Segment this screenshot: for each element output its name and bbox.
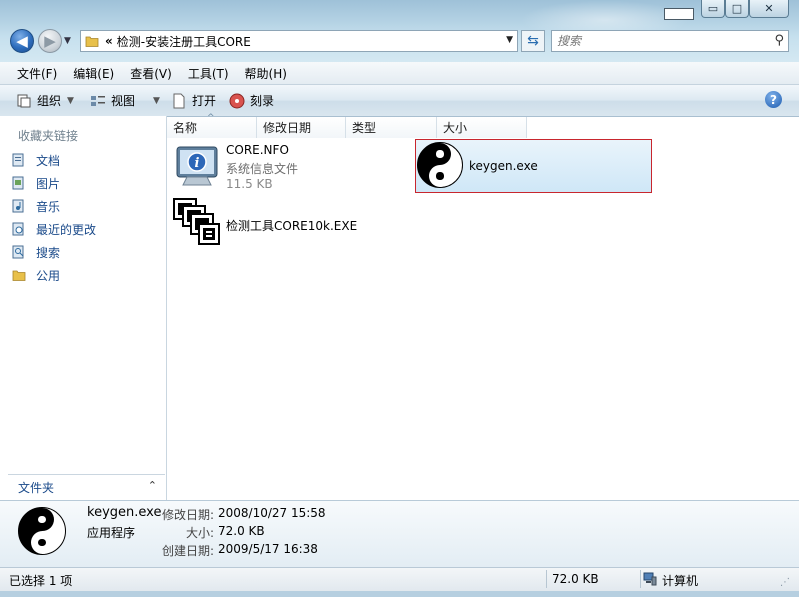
maximize-button[interactable]: □ (725, 0, 749, 18)
column-header-label: 修改日期 (263, 121, 312, 135)
sidebar-item-search[interactable]: 搜索 (12, 242, 60, 262)
window-thumbnail-icon (664, 8, 694, 20)
folders-label: 文件夹 (18, 480, 55, 495)
public-folder-icon (12, 270, 26, 281)
address-path[interactable]: 检测-安装注册工具CORE (117, 33, 251, 50)
folders-section-toggle[interactable]: 文件夹 ⌃ (8, 474, 165, 499)
menu-tools[interactable]: 工具(T) (180, 65, 237, 82)
sidebar-item-label: 文档 (36, 153, 61, 168)
views-icon (91, 95, 105, 106)
search-icon[interactable]: ⚲ (774, 33, 784, 48)
menu-view[interactable]: 查看(V) (122, 65, 180, 82)
close-button[interactable]: ✕ (749, 0, 789, 18)
column-header-type[interactable]: 类型 (346, 117, 437, 138)
recent-changes-icon (12, 222, 24, 236)
menu-file[interactable]: 文件(F) (0, 65, 65, 82)
file-name: keygen.exe (469, 159, 538, 173)
menu-help[interactable]: 帮助(H) (237, 65, 295, 82)
sidebar-item-label: 最近的更改 (36, 222, 97, 237)
minimize-button[interactable]: ▭ (701, 0, 725, 18)
menu-edit[interactable]: 编辑(E) (65, 65, 122, 82)
views-label: 视图 (111, 94, 136, 108)
sidebar-item-label: 音乐 (36, 199, 61, 214)
address-dropdown-icon[interactable]: ▼ (506, 35, 513, 45)
resize-grip-icon[interactable]: ⋰ (780, 577, 790, 588)
sidebar-item-label: 公用 (36, 268, 61, 283)
details-file-kind: 应用程序 (87, 526, 136, 540)
status-selection-count: 已选择 1 项 (9, 574, 73, 588)
refresh-button[interactable]: ⇆ (521, 30, 545, 52)
search-box[interactable]: ⚲ (551, 30, 789, 52)
organize-icon (17, 94, 31, 107)
help-button[interactable]: ? (765, 91, 782, 108)
sidebar-item-music[interactable]: 音乐 (12, 196, 60, 216)
window-bottom-frame (0, 591, 799, 597)
sidebar-item-documents[interactable]: 文档 (12, 150, 60, 170)
column-header-label: 大小 (443, 121, 468, 135)
details-size-label: 大小: (185, 526, 214, 540)
details-modified-value: 2008/10/27 15:58 (218, 506, 326, 520)
menu-bar: 文件(F) 编辑(E) 查看(V) 工具(T) 帮助(H) (0, 62, 799, 85)
open-button[interactable]: 打开 (171, 85, 216, 116)
column-header-label: 名称 (173, 121, 198, 135)
refresh-icon: ⇆ (527, 33, 539, 49)
forward-arrow-icon: ▶ (44, 32, 56, 50)
status-size: 72.0 KB (552, 572, 599, 586)
burn-button[interactable]: 刻录 (229, 85, 274, 116)
executable-app-icon (173, 198, 220, 245)
yin-yang-icon (18, 507, 66, 555)
status-divider (640, 570, 641, 588)
computer-icon (643, 572, 657, 586)
chevron-up-icon: ⌃ (147, 479, 157, 492)
sidebar-item-public[interactable]: 公用 (12, 265, 60, 285)
back-button[interactable]: ◀ (10, 29, 34, 53)
file-name: 检测工具CORE10k.EXE (226, 219, 358, 233)
search-folder-icon (12, 245, 24, 259)
column-header-size[interactable]: 大小 (437, 117, 527, 138)
organize-button[interactable]: 组织 ▼ (16, 85, 74, 116)
back-arrow-icon: ◀ (16, 32, 28, 50)
organize-label: 组织 (37, 94, 62, 108)
open-file-icon (173, 93, 185, 108)
yin-yang-icon (417, 142, 463, 188)
documents-icon (12, 153, 24, 167)
recent-pages-dropdown[interactable]: ▼ (64, 36, 71, 46)
address-bar[interactable]: « 检测-安装注册工具CORE ▼ (80, 30, 518, 52)
folder-icon (85, 36, 99, 47)
details-created-value: 2009/5/17 16:38 (218, 542, 318, 556)
details-size-value: 72.0 KB (218, 524, 265, 538)
pictures-icon (12, 176, 24, 190)
system-info-file-icon: i (176, 146, 218, 186)
sidebar-item-label: 图片 (36, 176, 61, 191)
search-input[interactable] (557, 32, 757, 50)
file-name: CORE.NFO (226, 143, 289, 157)
file-size: 11.5 KB (226, 177, 273, 191)
file-item-core10k-exe[interactable]: 检测工具CORE10k.EXE (173, 198, 433, 248)
open-label: 打开 (192, 94, 217, 108)
forward-button[interactable]: ▶ (38, 29, 62, 53)
svg-text:i: i (195, 156, 200, 171)
burn-disc-icon (229, 93, 245, 108)
sort-ascending-icon: ^ (207, 113, 215, 123)
music-icon (12, 199, 24, 213)
chevron-down-icon: ▼ (153, 95, 160, 106)
file-type: 系统信息文件 (226, 162, 299, 176)
address-overflow-chevron[interactable]: « (105, 34, 113, 48)
column-header-label: 类型 (352, 121, 377, 135)
chevron-down-icon: ▼ (67, 95, 74, 106)
sidebar-item-recent-changes[interactable]: 最近的更改 (12, 219, 96, 239)
file-item-keygen-exe[interactable]: keygen.exe (415, 139, 652, 193)
views-button[interactable]: 视图 ▼ (90, 85, 160, 116)
burn-label: 刻录 (250, 94, 275, 108)
column-header-modified[interactable]: 修改日期 (257, 117, 346, 138)
sidebar-item-label: 搜索 (36, 245, 61, 260)
favorite-links-heading: 收藏夹链接 (18, 129, 79, 143)
details-modified-label: 修改日期: (161, 508, 214, 522)
sidebar-item-pictures[interactable]: 图片 (12, 173, 60, 193)
file-item-core-nfo[interactable]: i CORE.NFO 系统信息文件 11.5 KB (173, 141, 423, 193)
status-divider (546, 570, 547, 588)
status-location: 计算机 (662, 574, 699, 588)
details-created-label: 创建日期: (161, 544, 214, 558)
